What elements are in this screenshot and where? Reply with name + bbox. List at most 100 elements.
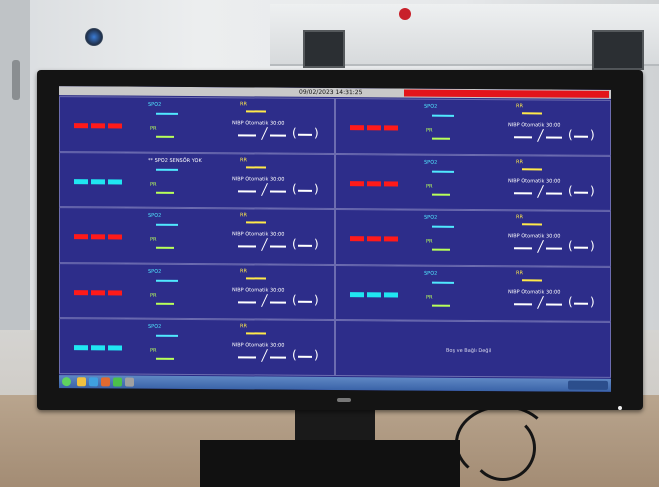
rr-label: RR xyxy=(240,212,247,219)
pr-label: PR xyxy=(426,238,433,245)
spo2-label: SPO2 xyxy=(424,103,438,110)
spo2-value-dashes xyxy=(432,281,454,284)
nibp-mean-close: ) xyxy=(590,183,595,198)
spo2-value-dashes xyxy=(156,223,178,227)
nibp-label: NIBP Otomatik 30:00 xyxy=(508,289,561,296)
nibp-dia-dashes xyxy=(270,356,286,360)
pr-value-dashes xyxy=(156,135,174,138)
taskbar-icon[interactable] xyxy=(89,377,98,387)
nibp-sys-dashes xyxy=(238,245,256,248)
waveform-value-block xyxy=(350,125,364,131)
bed-tile[interactable]: SPO2 PR RR NIBP Otomatik 30:00 () xyxy=(59,262,335,321)
waveform-value-block xyxy=(91,345,105,351)
nibp-sys-dashes xyxy=(514,191,532,194)
waveform-value-block xyxy=(91,178,105,184)
nibp-slash xyxy=(261,293,268,307)
rr-label: RR xyxy=(516,270,523,277)
nibp-mean-open: ( xyxy=(292,292,297,307)
nibp-dia-dashes xyxy=(270,134,286,137)
power-led xyxy=(618,406,622,410)
spo2-value-dashes xyxy=(432,225,454,229)
taskbar-icon[interactable] xyxy=(101,377,110,387)
nibp-mean-dashes xyxy=(298,356,312,359)
nibp-mean-close: ) xyxy=(314,181,319,196)
bed-tile[interactable]: SPO2 PR RR NIBP Otomatik 30:00 () xyxy=(335,98,611,156)
waveform-value-block xyxy=(350,291,364,297)
taskbar-icon[interactable] xyxy=(113,377,122,387)
nibp-mean-close: ) xyxy=(590,294,595,309)
bed-tile[interactable]: SPO2 PR RR NIBP Otomatik 30:00 () xyxy=(59,96,335,154)
spo2-label: SPO2 xyxy=(148,268,162,275)
pr-value-dashes xyxy=(432,137,450,140)
spo2-label: SPO2 xyxy=(148,101,162,108)
wall-fixture xyxy=(85,28,103,46)
nibp-label: NIBP Otomatik 30:00 xyxy=(232,120,285,127)
empty-bed-tile[interactable]: Boş ve Bağlı Değil xyxy=(335,320,611,378)
pr-label: PR xyxy=(150,292,157,299)
bed-tile[interactable]: SPO2 PR RR NIBP Otomatik 30:00 () xyxy=(59,207,335,265)
waveform-value-block xyxy=(367,180,381,186)
red-knob xyxy=(399,8,411,20)
waveform-value-block xyxy=(74,123,88,129)
nibp-mean-open: ( xyxy=(292,125,297,140)
waveform-value-block xyxy=(384,292,398,298)
spo2-value-dashes xyxy=(156,112,178,115)
spo2-value-dashes xyxy=(432,114,454,117)
nibp-slash xyxy=(261,349,268,363)
waveform-value-block xyxy=(74,234,88,240)
pr-value-dashes xyxy=(432,248,450,251)
bed-tile[interactable]: SPO2 PR RR NIBP Otomatik 30:00 () xyxy=(59,318,335,376)
spo2-value-dashes xyxy=(156,335,178,338)
rr-value-dashes xyxy=(246,221,266,224)
start-button[interactable] xyxy=(62,377,71,387)
bed-tile[interactable]: SPO2 PR RR NIBP Otomatik 30:00 () xyxy=(335,209,611,267)
nibp-label: NIBP Otomatik 30:00 xyxy=(508,122,561,129)
alarm-indicator xyxy=(404,89,609,98)
taskbar-icon[interactable] xyxy=(77,377,86,387)
pr-label: PR xyxy=(150,236,157,243)
waveform-value-block xyxy=(91,290,105,296)
door-frame xyxy=(0,0,30,330)
waveform-value-block xyxy=(108,290,122,296)
pr-label: PR xyxy=(426,127,433,134)
rr-value-dashes xyxy=(522,167,542,171)
nibp-label: NIBP Otomatik 30:00 xyxy=(232,342,285,350)
nibp-label: NIBP Otomatik 30:00 xyxy=(232,231,285,238)
nibp-dia-dashes xyxy=(546,247,562,250)
waveform-value-block xyxy=(74,178,88,184)
pr-value-dashes xyxy=(156,246,174,250)
bedside-monitor-right xyxy=(592,30,644,70)
monitor-stand-base xyxy=(200,440,460,487)
nibp-mean-open: ( xyxy=(568,127,573,142)
waveform-value-block xyxy=(384,236,398,242)
nibp-mean-dashes xyxy=(298,189,312,192)
nibp-mean-open: ( xyxy=(568,238,573,253)
nibp-label: NIBP Otomatik 30:00 xyxy=(232,175,285,183)
nibp-mean-open: ( xyxy=(292,236,297,251)
nibp-sys-dashes xyxy=(514,136,532,139)
bed-tile[interactable]: ** SPO2 SENSÖR YOK PR RR NIBP Otomatik 30:0… xyxy=(59,151,335,210)
bed-tile[interactable]: SPO2 PR RR NIBP Otomatik 30:00 () xyxy=(335,153,611,212)
spo2-label: ** SPO2 SENSÖR YOK xyxy=(148,157,202,164)
monitor-logo xyxy=(337,398,351,402)
waveform-value-block xyxy=(367,292,381,298)
bed-tile[interactable]: SPO2 PR RR NIBP Otomatik 30:00 () xyxy=(335,264,611,323)
nibp-slash xyxy=(537,240,544,254)
waveform-value-block xyxy=(108,345,122,351)
cable xyxy=(470,415,536,481)
nibp-dia-dashes xyxy=(270,190,286,193)
nibp-label: NIBP Otomatik 30:00 xyxy=(508,177,561,185)
rr-label: RR xyxy=(240,268,247,275)
nibp-mean-open: ( xyxy=(568,294,573,309)
nibp-slash xyxy=(261,126,268,141)
nibp-mean-dashes xyxy=(298,300,312,303)
datetime-label: 09/02/2023 14:31:25 xyxy=(299,88,363,97)
nibp-mean-close: ) xyxy=(314,125,319,140)
nibp-dia-dashes xyxy=(270,301,286,304)
nibp-mean-open: ( xyxy=(568,183,573,198)
pr-value-dashes xyxy=(156,191,174,194)
rr-value-dashes xyxy=(246,277,266,280)
nibp-mean-close: ) xyxy=(590,127,595,142)
spo2-label: SPO2 xyxy=(424,159,438,166)
taskbar-icon[interactable] xyxy=(125,377,134,387)
